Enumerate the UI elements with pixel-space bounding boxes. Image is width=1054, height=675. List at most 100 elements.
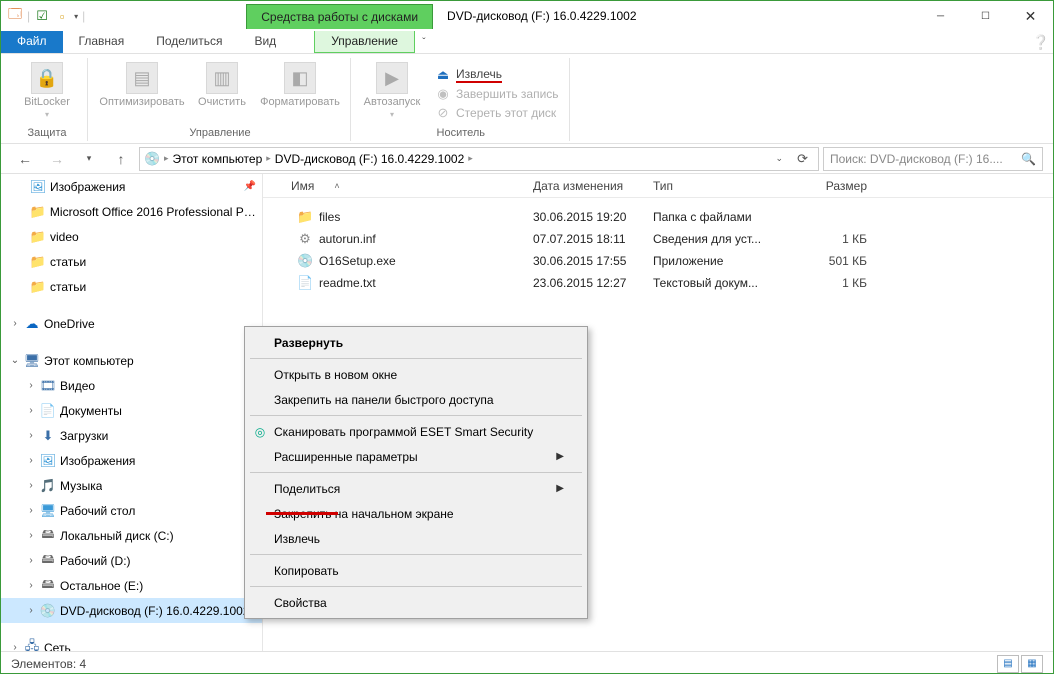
app-icon: 🗔 bbox=[7, 8, 23, 24]
nav-item-othere[interactable]: ›🖴Остальное (E:) bbox=[1, 573, 262, 598]
minimize-button[interactable]: ─ bbox=[918, 1, 963, 31]
expand-icon[interactable]: › bbox=[23, 430, 39, 441]
expand-icon[interactable]: › bbox=[23, 555, 39, 566]
back-button[interactable]: ← bbox=[11, 147, 39, 171]
expand-icon[interactable]: › bbox=[7, 318, 23, 329]
optimize-icon: ▤ bbox=[126, 62, 158, 94]
eject-label: Извлечь bbox=[456, 67, 502, 83]
nav-item-documents[interactable]: ›📄Документы bbox=[1, 398, 262, 423]
group-manage-label: Управление bbox=[96, 127, 344, 141]
col-name[interactable]: Имя˄ bbox=[263, 179, 525, 193]
dropdown-icon: ▾ bbox=[45, 110, 49, 119]
nav-item-articles1[interactable]: 📁статьи bbox=[1, 249, 262, 274]
breadcrumb-root[interactable]: Этот компьютер bbox=[173, 152, 263, 166]
close-button[interactable]: ✕ bbox=[1008, 1, 1053, 31]
nav-item-dvdf[interactable]: ›💿DVD-дисковод (F:) 16.0.4229.1002 bbox=[1, 598, 262, 623]
cm-open-new[interactable]: Открыть в новом окне bbox=[248, 362, 584, 387]
maximize-button[interactable]: ☐ bbox=[963, 1, 1008, 31]
expand-icon[interactable]: › bbox=[23, 480, 39, 491]
location-icon: 💿 bbox=[144, 151, 160, 167]
file-type: Приложение bbox=[645, 254, 785, 268]
up-button[interactable]: ↑ bbox=[107, 147, 135, 171]
nav-item-pictures[interactable]: 🖼Изображения📌 bbox=[1, 174, 262, 199]
nav-item-localc[interactable]: ›🖴Локальный диск (C:) bbox=[1, 523, 262, 548]
cm-expand[interactable]: Развернуть bbox=[248, 330, 584, 355]
nav-item-video[interactable]: 📁video bbox=[1, 224, 262, 249]
search-input[interactable]: Поиск: DVD-дисковод (F:) 16.... 🔍 bbox=[823, 147, 1043, 171]
expand-icon[interactable]: › bbox=[23, 505, 39, 516]
tab-home[interactable]: Главная bbox=[63, 31, 141, 53]
breadcrumb-current[interactable]: DVD-дисковод (F:) 16.0.4229.1002 bbox=[275, 152, 465, 166]
cm-separator bbox=[250, 358, 582, 359]
music-icon: 🎵 bbox=[39, 478, 57, 494]
media-small-buttons: ⏏ Извлечь ◉ Завершить запись ⊘ Стереть э… bbox=[431, 58, 563, 127]
expand-icon[interactable]: › bbox=[23, 605, 39, 616]
nav-item-videos[interactable]: ›🎞Видео bbox=[1, 373, 262, 398]
nav-item-onedrive[interactable]: ›☁OneDrive bbox=[1, 311, 262, 336]
cm-copy[interactable]: Копировать bbox=[248, 558, 584, 583]
help-icon[interactable]: ❔ bbox=[1029, 31, 1053, 53]
tab-view[interactable]: Вид bbox=[238, 31, 292, 53]
file-size: 1 КБ bbox=[785, 276, 875, 290]
submenu-icon: ▶ bbox=[556, 451, 564, 462]
file-row[interactable]: 📄readme.txt23.06.2015 12:27Текстовый док… bbox=[263, 272, 1053, 294]
expand-icon[interactable]: › bbox=[23, 455, 39, 466]
collapse-icon[interactable]: ⌄ bbox=[7, 355, 23, 366]
breadcrumb-sep-icon[interactable]: ▸ bbox=[164, 153, 169, 164]
cm-eject[interactable]: Извлечь bbox=[248, 526, 584, 551]
view-details-button[interactable]: ▤ bbox=[997, 655, 1019, 673]
expand-icon[interactable]: › bbox=[23, 580, 39, 591]
tab-file[interactable]: Файл bbox=[1, 31, 63, 53]
new-folder-icon[interactable]: ▫ bbox=[54, 8, 70, 24]
cm-pin-quick[interactable]: Закрепить на панели быстрого доступа bbox=[248, 387, 584, 412]
nav-item-articles2[interactable]: 📁статьи bbox=[1, 274, 262, 299]
cleanup-label: Очистить bbox=[198, 96, 246, 108]
nav-item-office[interactable]: 📁Microsoft Office 2016 Professional Plus bbox=[1, 199, 262, 224]
nav-item-music[interactable]: ›🎵Музыка bbox=[1, 473, 262, 498]
nav-item-network[interactable]: ›🖧Сеть bbox=[1, 635, 262, 651]
breadcrumb[interactable]: 💿 ▸ Этот компьютер ▸ DVD-дисковод (F:) 1… bbox=[139, 147, 819, 171]
titlebar: 🗔 | ☑ ▫ ▾ | Средства работы с дисками DV… bbox=[1, 1, 1053, 31]
cm-advanced[interactable]: Расширенные параметры▶ bbox=[248, 444, 584, 469]
view-large-button[interactable]: ▦ bbox=[1021, 655, 1043, 673]
address-drop-icon[interactable]: ⌄ bbox=[772, 153, 788, 164]
col-date[interactable]: Дата изменения bbox=[525, 179, 645, 193]
breadcrumb-sep-icon[interactable]: ▸ bbox=[468, 153, 473, 164]
nav-item-downloads[interactable]: ›⬇Загрузки bbox=[1, 423, 262, 448]
context-menu: Развернуть Открыть в новом окне Закрепит… bbox=[244, 326, 588, 619]
refresh-icon[interactable]: ⟳ bbox=[791, 151, 814, 167]
disk-icon: 🖴 bbox=[39, 575, 57, 597]
status-items: Элементов: 4 bbox=[11, 657, 86, 671]
format-button[interactable]: ◧ Форматировать bbox=[256, 58, 344, 127]
expand-icon[interactable]: › bbox=[23, 405, 39, 416]
cm-properties[interactable]: Свойства bbox=[248, 590, 584, 615]
properties-icon[interactable]: ☑ bbox=[34, 8, 50, 24]
expand-icon[interactable]: › bbox=[23, 380, 39, 391]
window-controls: ─ ☐ ✕ bbox=[918, 1, 1053, 31]
cm-share[interactable]: Поделиться▶ bbox=[248, 476, 584, 501]
tab-share[interactable]: Поделиться bbox=[140, 31, 238, 53]
file-row[interactable]: 📁files30.06.2015 19:20Папка с файлами bbox=[263, 206, 1053, 228]
col-type[interactable]: Тип bbox=[645, 179, 785, 193]
format-label: Форматировать bbox=[260, 96, 340, 108]
autoplay-button[interactable]: ▶ Автозапуск ▾ bbox=[359, 58, 425, 127]
optimize-button[interactable]: ▤ Оптимизировать bbox=[96, 58, 188, 127]
nav-item-workd[interactable]: ›🖴Рабочий (D:) bbox=[1, 548, 262, 573]
file-row[interactable]: 💿O16Setup.exe30.06.2015 17:55Приложение5… bbox=[263, 250, 1053, 272]
eject-button[interactable]: ⏏ Извлечь bbox=[431, 66, 563, 84]
breadcrumb-sep-icon[interactable]: ▸ bbox=[266, 153, 271, 164]
ribbon-collapse-icon[interactable]: ˇ bbox=[415, 31, 433, 53]
cleanup-button[interactable]: ▥ Очистить bbox=[194, 58, 250, 127]
nav-item-desktop[interactable]: ›🖥Рабочий стол bbox=[1, 498, 262, 523]
recent-dropdown[interactable]: ▾ bbox=[75, 147, 103, 171]
qat-drop-icon[interactable]: ▾ bbox=[74, 12, 78, 21]
tab-manage[interactable]: Управление bbox=[314, 31, 415, 53]
col-size[interactable]: Размер bbox=[785, 179, 875, 193]
cm-eset[interactable]: ◎Сканировать программой ESET Smart Secur… bbox=[248, 419, 584, 444]
nav-item-thispc[interactable]: ⌄🖥Этот компьютер bbox=[1, 348, 262, 373]
expand-icon[interactable]: › bbox=[7, 642, 23, 651]
expand-icon[interactable]: › bbox=[23, 530, 39, 541]
file-row[interactable]: ⚙autorun.inf07.07.2015 18:11Сведения для… bbox=[263, 228, 1053, 250]
bitlocker-button[interactable]: 🔒 BitLocker ▾ bbox=[13, 58, 81, 127]
nav-item-pictures2[interactable]: ›🖼Изображения bbox=[1, 448, 262, 473]
